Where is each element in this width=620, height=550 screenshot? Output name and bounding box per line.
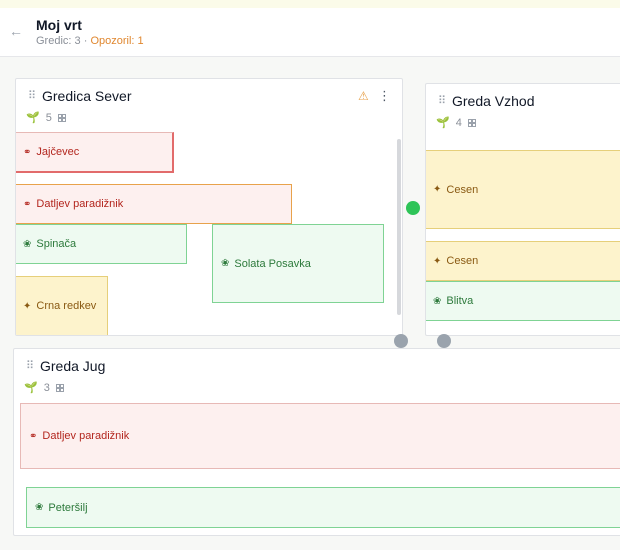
plant-label: Datljev paradižnik <box>42 430 130 442</box>
bed-greda-jug[interactable]: ⠿ Greda Jug 🌱 3 ⚭ Datljev paradižnik ❀ P… <box>13 348 620 536</box>
leaf-icon: ❀ <box>23 238 32 250</box>
bed-greda-vzhod[interactable]: ⠿ Greda Vzhod 🌱 4 ✦ Cesen ✦ Cesen ❀ Blit… <box>425 83 620 336</box>
bed-meta: 🌱 5 <box>26 111 66 124</box>
bed-meta: 🌱 3 <box>24 381 64 394</box>
arrow-left-icon[interactable]: ← <box>9 24 23 38</box>
plant-spinaca[interactable]: ❀ Spinača <box>16 224 187 264</box>
plant-jajcevec[interactable]: ⚭ Jajčevec <box>16 132 174 173</box>
plant-label: Jajčevec <box>36 146 80 158</box>
plant-datljev-paradiznik[interactable]: ⚭ Datljev paradižnik <box>16 184 292 224</box>
plant-petersilj[interactable]: ❀ Peteršilj <box>26 487 620 528</box>
grid-icon <box>467 118 476 127</box>
grid-icon <box>57 113 66 122</box>
plant-label: Peteršilj <box>48 501 88 514</box>
plant-label: Solata Posavka <box>234 257 311 270</box>
plant-datljev-paradiznik[interactable]: ⚭ Datljev paradižnik <box>20 403 620 469</box>
plant-label: Blitva <box>446 295 474 307</box>
resize-handle[interactable] <box>394 334 408 348</box>
plant-count: 5 <box>45 111 52 124</box>
leaf-icon: ❀ <box>433 295 442 307</box>
plant-label: Datljev paradižnik <box>36 198 124 210</box>
plant-cesen[interactable]: ✦ Cesen <box>426 150 620 229</box>
connection-dot[interactable] <box>406 201 420 215</box>
vertical-scrollbar[interactable] <box>397 139 401 315</box>
plant-count: 4 <box>455 116 462 129</box>
plant-label: Cesen <box>446 255 479 267</box>
tomato-icon: ⚭ <box>23 146 32 158</box>
separator: · <box>83 35 88 47</box>
leaf-icon: ❀ <box>35 502 44 513</box>
bed-name: Gredica Sever <box>42 88 132 104</box>
drag-handle-icon[interactable]: ⠿ <box>438 96 446 107</box>
plant-cesen-2[interactable]: ✦ Cesen <box>426 241 620 281</box>
sprout-icon: 🌱 <box>26 112 40 124</box>
more-vertical-icon[interactable]: ⋮ <box>378 89 391 102</box>
sprout-icon: 🌱 <box>436 117 450 129</box>
warnings-count: Opozoril: 1 <box>90 35 144 47</box>
plant-label: Spinača <box>36 238 77 250</box>
plant-count: 3 <box>43 381 50 394</box>
root-icon: ✦ <box>433 184 442 195</box>
bed-name: Greda Jug <box>40 358 106 374</box>
tomato-icon: ⚭ <box>23 198 32 210</box>
app-header: ← Moj vrt Gredic: 3 · Opozoril: 1 <box>0 8 620 57</box>
page-title: Moj vrt <box>36 17 82 33</box>
resize-handle[interactable] <box>437 334 451 348</box>
drag-handle-icon[interactable]: ⠿ <box>26 361 34 372</box>
sprout-icon: 🌱 <box>24 382 38 394</box>
grid-icon <box>55 383 64 392</box>
warning-triangle-icon[interactable]: ⚠ <box>358 89 369 103</box>
plant-label: Cesen <box>446 183 479 196</box>
bed-meta: 🌱 4 <box>436 116 476 129</box>
drag-handle-icon[interactable]: ⠿ <box>28 91 36 102</box>
leaf-icon: ❀ <box>221 258 230 269</box>
plant-solata-posavka[interactable]: ❀ Solata Posavka <box>212 224 384 303</box>
root-icon: ✦ <box>433 255 442 267</box>
bed-gredica-sever[interactable]: ⠿ Gredica Sever 🌱 5 ⚠ ⋮ ⚭ Jajčevec ⚭ Dat… <box>15 78 403 336</box>
bed-name: Greda Vzhod <box>452 93 535 109</box>
page-subtitle: Gredic: 3 · Opozoril: 1 <box>36 35 144 47</box>
beds-count: Gredic: 3 <box>36 35 81 47</box>
plant-label: Crna redkev <box>36 300 97 312</box>
tomato-icon: ⚭ <box>29 430 38 442</box>
plant-crna-redkev[interactable]: ✦ Crna redkev <box>16 276 108 335</box>
plant-blitva[interactable]: ❀ Blitva <box>426 281 620 321</box>
root-icon: ✦ <box>23 300 32 312</box>
